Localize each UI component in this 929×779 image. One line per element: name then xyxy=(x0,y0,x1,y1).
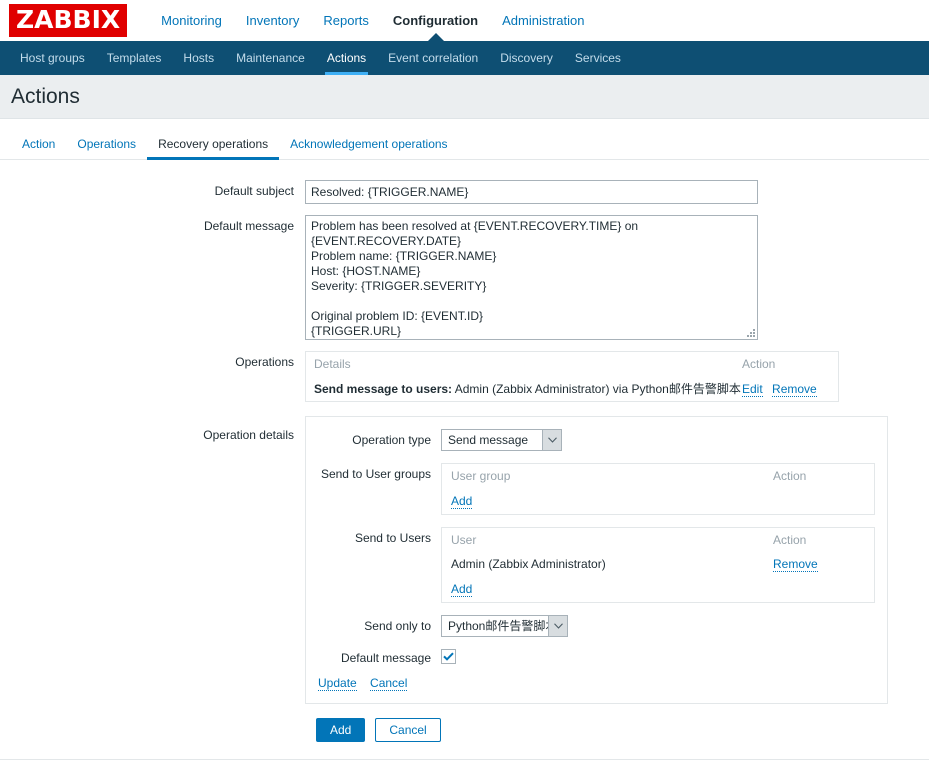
recovery-operations-form: Default subject Default message Problem … xyxy=(0,160,929,760)
default-message-checkbox-label: Default message xyxy=(340,651,431,665)
operation-update-link[interactable]: Update xyxy=(318,676,357,691)
table-row: Admin (Zabbix Administrator) Remove xyxy=(451,552,865,576)
operation-type-value: Send message xyxy=(448,433,529,447)
main-menu-item-reports[interactable]: Reports xyxy=(311,0,381,41)
user-groups-col-action: Action xyxy=(773,469,807,483)
operations-table: Details Action Send message to users: Ad… xyxy=(305,351,839,402)
send-to-user-groups-row: Send to User groups User group Action Ad… xyxy=(306,463,887,515)
operations-col-details: Details xyxy=(314,357,351,371)
table-row: Send message to users: Admin (Zabbix Adm… xyxy=(314,376,830,401)
operation-type-select[interactable]: Send message xyxy=(441,429,562,451)
operations-row-actions: Edit Remove xyxy=(742,381,830,397)
send-only-to-row: Send only to Python邮件告警脚本 xyxy=(306,615,887,637)
chevron-down-icon xyxy=(548,616,567,636)
operations-col-action: Action xyxy=(742,357,776,371)
add-button[interactable]: Add xyxy=(316,718,366,742)
send-to-user-groups-label: Send to User groups xyxy=(320,467,431,481)
cancel-button[interactable]: Cancel xyxy=(375,718,441,742)
send-only-to-label: Send only to xyxy=(364,619,431,633)
chevron-down-icon xyxy=(542,430,561,450)
zabbix-logo[interactable]: ZABBIX xyxy=(9,4,128,37)
tab-recovery-operations[interactable]: Recovery operations xyxy=(147,137,280,160)
operation-summary-rest: Admin (Zabbix Administrator) via Python邮… xyxy=(452,382,741,396)
send-only-to-value: Python邮件告警脚本 xyxy=(448,619,558,633)
tab-acknowledgement-operations[interactable]: Acknowledgement operations xyxy=(279,137,458,159)
default-message-checkbox-row: Default message xyxy=(306,649,887,665)
operation-details-actions: Update Cancel xyxy=(306,676,887,691)
users-row-action: Remove xyxy=(773,557,865,572)
send-to-users-row: Send to Users User Action Admin (Zabbix … xyxy=(306,527,887,603)
default-subject-label: Default subject xyxy=(214,184,294,198)
field-row-default-message: Default message Problem has been resolve… xyxy=(0,215,929,340)
sub-nav-item-discovery[interactable]: Discovery xyxy=(489,41,564,75)
sub-nav-item-services[interactable]: Services xyxy=(564,41,632,75)
operation-details-panel: Operation type Send message Send to User… xyxy=(305,416,888,704)
send-to-users-label: Send to Users xyxy=(354,531,431,545)
sub-nav-item-templates[interactable]: Templates xyxy=(96,41,173,75)
default-message-label: Default message xyxy=(203,219,294,233)
form-footer-buttons: Add Cancel xyxy=(316,718,929,742)
main-menu-item-inventory[interactable]: Inventory xyxy=(234,0,311,41)
operation-type-label: Operation type xyxy=(352,433,431,447)
content-area: Action Operations Recovery operations Ac… xyxy=(0,130,929,760)
user-groups-col-group: User group xyxy=(451,469,511,483)
operation-details-label: Operation details xyxy=(203,428,294,442)
page-header: Actions xyxy=(0,75,929,119)
sub-nav-item-event-correlation[interactable]: Event correlation xyxy=(377,41,489,75)
top-header: ZABBIX Monitoring Inventory Reports Conf… xyxy=(0,0,929,42)
user-groups-add-link[interactable]: Add xyxy=(451,494,473,509)
users-table-header: User Action xyxy=(451,528,865,552)
users-col-action: Action xyxy=(773,533,807,547)
operations-row-details: Send message to users: Admin (Zabbix Adm… xyxy=(314,380,742,397)
default-subject-input[interactable] xyxy=(305,180,758,204)
sub-nav-item-host-groups[interactable]: Host groups xyxy=(9,41,96,75)
user-remove-link[interactable]: Remove xyxy=(773,557,818,572)
operation-edit-link[interactable]: Edit xyxy=(742,381,763,397)
tab-action[interactable]: Action xyxy=(11,137,66,159)
field-row-operations: Operations Details Action Send message t… xyxy=(0,351,929,402)
users-add-link[interactable]: Add xyxy=(451,582,473,597)
footer-divider xyxy=(0,759,929,760)
tab-strip: Action Operations Recovery operations Ac… xyxy=(0,130,929,160)
sub-nav-item-actions[interactable]: Actions xyxy=(316,41,377,75)
operation-remove-link[interactable]: Remove xyxy=(772,381,817,397)
main-menu-item-administration[interactable]: Administration xyxy=(490,0,596,41)
user-groups-table-header: User group Action xyxy=(451,464,865,488)
operation-cancel-link[interactable]: Cancel xyxy=(370,676,408,691)
operations-table-header: Details Action xyxy=(314,352,830,376)
tab-operations[interactable]: Operations xyxy=(66,137,147,159)
check-icon xyxy=(443,652,454,662)
operations-label: Operations xyxy=(235,355,294,369)
default-message-textarea[interactable]: Problem has been resolved at {EVENT.RECO… xyxy=(305,215,758,340)
sub-nav-item-hosts[interactable]: Hosts xyxy=(172,41,225,75)
main-menu-item-configuration[interactable]: Configuration xyxy=(381,0,490,42)
operation-summary-prefix: Send message to users: xyxy=(314,382,453,396)
sub-nav-item-maintenance[interactable]: Maintenance xyxy=(225,41,316,75)
user-groups-add-row: Add xyxy=(451,488,865,514)
users-add-row: Add xyxy=(451,576,865,602)
main-menu-item-monitoring[interactable]: Monitoring xyxy=(149,0,234,41)
field-row-operation-details: Operation details Operation type Send me… xyxy=(0,416,929,704)
user-groups-table: User group Action Add xyxy=(441,463,875,515)
users-row-user: Admin (Zabbix Administrator) xyxy=(451,557,606,571)
default-message-checkbox[interactable] xyxy=(441,649,456,665)
page-title: Actions xyxy=(11,84,80,108)
field-row-default-subject: Default subject xyxy=(0,180,929,204)
main-menu: Monitoring Inventory Reports Configurati… xyxy=(149,0,596,42)
users-col-user: User xyxy=(451,533,477,547)
operation-type-row: Operation type Send message xyxy=(306,429,887,451)
sub-navigation: Host groups Templates Hosts Maintenance … xyxy=(0,41,929,75)
send-only-to-select[interactable]: Python邮件告警脚本 xyxy=(441,615,568,637)
users-table: User Action Admin (Zabbix Administrator)… xyxy=(441,527,875,603)
